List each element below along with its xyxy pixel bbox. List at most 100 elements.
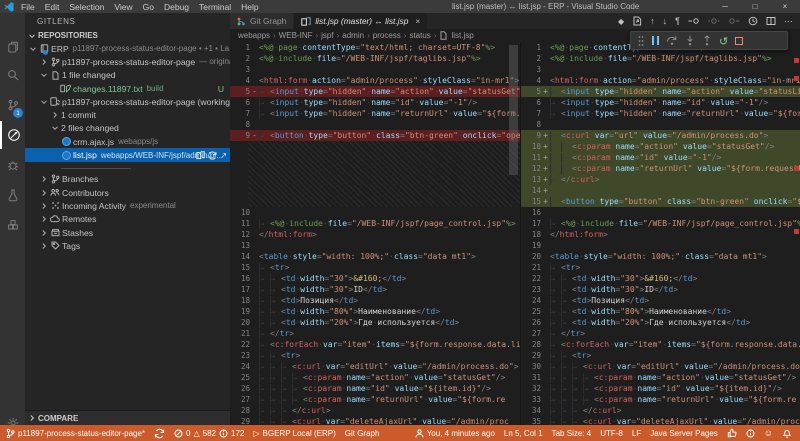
code-line-modified[interactable]: 11+→→<c:param·name="id"·value="-1"/> (521, 152, 800, 163)
code-line-original[interactable]: 9-→<button·type="button"·class="btn-gree… (230, 130, 520, 141)
menu-view[interactable]: View (109, 0, 137, 13)
tree-item-p11897-process-status-editor-page-working[interactable]: p11897-process-status-editor-page (worki… (25, 95, 230, 108)
status-problems[interactable]: 0△582172 (174, 425, 244, 441)
code-line-original[interactable]: 17→→<td·width="30">ID</td> (230, 284, 520, 295)
maximize-button[interactable]: □ (740, 0, 770, 13)
code-line-modified[interactable]: 13+→</c:url> (521, 174, 800, 185)
code-line-modified[interactable]: 3 (521, 64, 800, 75)
code-line-modified[interactable]: 27→</tr> (521, 328, 800, 339)
code-line-original[interactable]: 5-→<input·type="hidden"·name="action"·va… (230, 86, 520, 97)
menu-file[interactable]: File (16, 0, 40, 13)
oc-next-button[interactable] (728, 17, 740, 25)
activity-source-control-icon[interactable]: 1 (0, 91, 25, 119)
code-line-original[interactable]: 21→</tr> (230, 328, 520, 339)
activity-debug-icon[interactable] (0, 151, 25, 179)
breadcrumb-item[interactable]: admin (342, 31, 364, 40)
tree-item-branches[interactable]: Branches (25, 173, 230, 186)
code-line-modified[interactable]: 21→<tr> (521, 262, 800, 273)
code-line-original[interactable]: 22→<c:forEach·var="item"·items="${form.r… (230, 339, 520, 350)
code-line-modified[interactable]: 17→<%@·include·file="/WEB-INF/jspf/page_… (521, 218, 800, 229)
breadcrumb-item[interactable]: jspf (321, 31, 333, 40)
code-line-modified[interactable]: 35→→→<c:url·var="deleteAjaxUrl"·value="/… (521, 416, 800, 425)
activity-files-icon[interactable] (0, 33, 25, 61)
code-line-modified[interactable]: 34→→→</c:url> (521, 405, 800, 416)
code-line-original[interactable]: 7→<input·type="hidden"·name="returnUrl"·… (230, 108, 520, 119)
close-icon[interactable]: × (415, 16, 420, 26)
stop-button[interactable] (735, 32, 743, 50)
minimize-button[interactable]: ─ (710, 0, 740, 13)
status-encoding[interactable]: UTF-8 (600, 425, 623, 441)
status-feedback-like[interactable] (727, 425, 737, 441)
tab-list-jsp-master-list-jsp[interactable]: list.jsp (master) ↔ list.jsp× (294, 13, 428, 29)
code-line-modified[interactable]: 22→→<td·width="30">&#160;</td> (521, 273, 800, 284)
code-line-original[interactable]: 8 (230, 119, 520, 130)
oc-mid-button[interactable] (708, 17, 720, 25)
status-git-graph[interactable]: Git Graph (345, 425, 380, 441)
tree-item-erp[interactable]: ERPp11897-process-status-editor-page • +… (25, 42, 230, 55)
code-line-modified[interactable]: 16 (521, 207, 800, 218)
breadcrumb-item[interactable]: process (373, 31, 401, 40)
code-line-modified[interactable]: 33→→→→<c:param·name="returnUrl"·value="$… (521, 394, 800, 405)
code-line-modified[interactable]: 7→<input·type="hidden"·name="returnUrl"·… (521, 108, 800, 119)
breadcrumb-item[interactable]: WEB-INF (279, 31, 313, 40)
split-editor-button[interactable] (766, 16, 776, 26)
status-cursor-position[interactable]: Ln 5, Col 1 (504, 425, 543, 441)
code-line-modified[interactable]: 5+→<input·type="hidden"·name="action"·va… (521, 86, 800, 97)
code-line-modified[interactable]: 23→→<td·width="30">ID</td> (521, 284, 800, 295)
more-button[interactable]: ⋯ (784, 16, 793, 27)
status-feedback-smiley[interactable]: ☺ (764, 425, 773, 441)
code-line-original[interactable]: 12</html:form> (230, 229, 520, 240)
code-line-modified[interactable]: 2<%@·include·file="/WEB-INF/jspf/taglibs… (521, 53, 800, 64)
code-line-modified[interactable]: 30→→→<c:url·var="editUrl"·value="/admin/… (521, 361, 800, 372)
code-line-modified[interactable]: 29→→<tr> (521, 350, 800, 361)
tree-item-remotes[interactable]: Remotes (25, 213, 230, 226)
code-line-modified[interactable]: 14+ (521, 185, 800, 196)
oc-prev-button[interactable] (688, 17, 700, 25)
code-line-modified[interactable]: 28→<c:forEach·var="item"·items="${form.r… (521, 339, 800, 350)
step-over-button[interactable] (666, 35, 678, 46)
code-line-original[interactable]: 23→→<tr> (230, 350, 520, 361)
code-line-modified[interactable]: 6→<input·type="hidden"·name="id"·value="… (521, 97, 800, 108)
code-line-original[interactable]: 10 (230, 207, 520, 218)
code-line-original[interactable]: 26→→→→<c:param·name="id"·value="${item.i… (230, 383, 520, 394)
breadcrumb-item[interactable]: status (409, 31, 430, 40)
code-line-modified[interactable]: 19 (521, 240, 800, 251)
status-blame[interactable]: You, 4 minutes ago (415, 425, 495, 441)
code-line-original[interactable]: 6→<input·type="hidden"·name="id"·value="… (230, 97, 520, 108)
menu-terminal[interactable]: Terminal (194, 0, 236, 13)
tree-item-changes-11897-txt[interactable]: changes.11897.txtbuildU (25, 82, 230, 95)
code-line-original[interactable]: 29→→→<c:url·var="deleteAjaxUrl"·value="/… (230, 416, 520, 425)
code-line-original[interactable]: 24→→→<c:url·var="editUrl"·value="/admin/… (230, 361, 520, 372)
code-line-original[interactable]: 20→→<td·width="20%">Где·используется</td… (230, 317, 520, 328)
code-line-original[interactable]: 14<table·style="width: 100%;"·class="dat… (230, 251, 520, 262)
step-into-button[interactable] (685, 35, 695, 46)
open-file-button[interactable] (632, 16, 642, 26)
tree-item-1-commit[interactable]: 1 commit (25, 108, 230, 121)
scrollbar-thumb[interactable] (509, 45, 518, 175)
status-sync[interactable] (154, 425, 165, 441)
status-debug-config[interactable]: ▷BGERP Local (ERP) (253, 425, 335, 441)
prev-change-button[interactable]: ↑ (650, 16, 655, 26)
menu-selection[interactable]: Selection (64, 0, 109, 13)
code-line-original[interactable]: 1<%@·page·contentType="text/html; charse… (230, 42, 520, 53)
code-line-modified[interactable]: 9+→<c:url·var="url"·value="/admin/proces… (521, 130, 800, 141)
close-button[interactable]: × (770, 0, 800, 13)
status-tab-size[interactable]: Tab Size: 4 (552, 425, 592, 441)
code-line-original[interactable]: 18→→<td>Позиция</td> (230, 295, 520, 306)
tree-item-tags[interactable]: Tags (25, 239, 230, 252)
menu-debug[interactable]: Debug (159, 0, 194, 13)
code-line-modified[interactable]: 26→→<td·width="20%">Где·используется</td… (521, 317, 800, 328)
status-info[interactable] (746, 425, 755, 441)
tree-item-crm-ajax-js[interactable]: crm.ajax.jswebapps/js (25, 135, 230, 148)
code-line-original[interactable]: 13 (230, 240, 520, 251)
tree-item-contributors[interactable]: Contributors (25, 186, 230, 199)
code-line-modified[interactable]: 12+→→<c:param·name="returnUrl"·value="${… (521, 163, 800, 174)
code-line-modified[interactable]: 4<html:form·action="admin/process"·style… (521, 75, 800, 86)
repositories-section-header[interactable]: REPOSITORIES (25, 29, 230, 42)
code-line-original[interactable]: 4<html:form·action="admin/process"·style… (230, 75, 520, 86)
restart-button[interactable]: ↺ (719, 32, 728, 50)
code-line-modified[interactable]: 25→→<td·width="80%">Наименование</td> (521, 306, 800, 317)
code-line-original[interactable]: 27→→→→<c:param·name="returnUrl"·value="$… (230, 394, 520, 405)
code-line-original[interactable]: 15→<tr> (230, 262, 520, 273)
code-line-modified[interactable]: 24→→<td>Позиция</td> (521, 295, 800, 306)
